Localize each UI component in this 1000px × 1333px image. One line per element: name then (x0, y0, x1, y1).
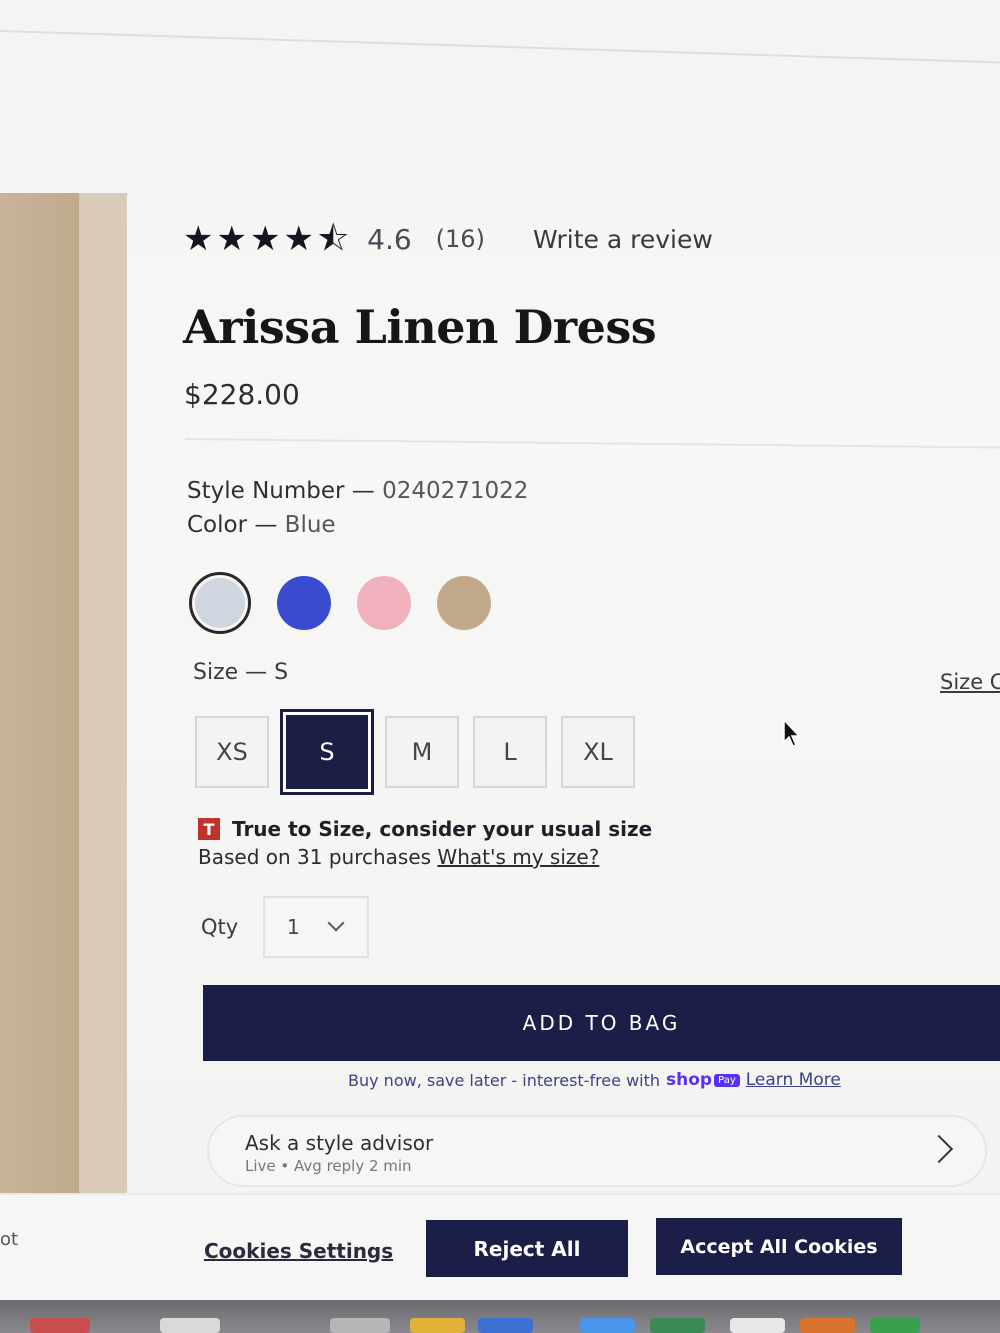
color-value: Blue (284, 512, 336, 538)
dock-app-icon[interactable] (478, 1318, 533, 1333)
qty-dropdown[interactable]: 1 (263, 896, 369, 958)
fit-recommendation: T True to Size, consider your usual size… (198, 817, 652, 869)
dock-app-icon[interactable] (410, 1318, 465, 1333)
advisor-title: Ask a style advisor (245, 1131, 434, 1155)
size-chart-link[interactable]: Size C (940, 670, 1000, 694)
shop-logo: shop (666, 1070, 713, 1090)
size-label: Size — S (193, 660, 289, 685)
star-icon: ★ (283, 219, 314, 259)
qty-label: Qty (201, 915, 239, 939)
product-title: Arissa Linen Dress (183, 300, 657, 354)
fit-headline: True to Size, consider your usual size (232, 817, 653, 841)
fit-subtext: Based on 31 purchases What's my size? (198, 845, 652, 869)
whats-my-size-link[interactable]: What's my size? (437, 845, 599, 869)
size-option-xl[interactable]: XL (561, 716, 635, 788)
color-label: Color — (187, 512, 285, 538)
cookie-banner-text-fragment: ot (0, 1229, 19, 1250)
color-swatch-pink[interactable] (357, 576, 411, 630)
color-swatch-blue[interactable] (277, 576, 331, 630)
swatch-dot (189, 572, 251, 634)
screen: ★ ★ ★ ★ ⯪ 4.6 (16) Write a review Arissa… (0, 0, 1000, 1300)
reject-all-button[interactable]: Reject All (426, 1220, 628, 1277)
dock-app-icon[interactable] (330, 1318, 390, 1333)
accept-all-cookies-button[interactable]: Accept All Cookies (656, 1218, 902, 1275)
learn-more-link[interactable]: Learn More (746, 1070, 841, 1090)
star-icon: ★ (216, 219, 247, 259)
review-count[interactable]: (16) (436, 225, 485, 253)
shop-pay-badge: Pay (714, 1073, 740, 1087)
dock-app-icon[interactable] (650, 1318, 705, 1333)
shop-pay-promo: Buy now, save later - interest-free with… (348, 1070, 841, 1090)
section-divider (184, 438, 1000, 449)
mouse-pointer-icon (783, 718, 801, 747)
cookie-banner: ot Cookies Settings Reject All Accept Al… (0, 1193, 1000, 1300)
rating-value: 4.6 (367, 222, 412, 256)
color-swatch-light-blue[interactable] (189, 572, 251, 634)
star-rating: ★ ★ ★ ★ ⯪ (183, 222, 349, 256)
star-icon: ★ (249, 219, 281, 259)
size-selector: XS S M L XL (195, 709, 635, 795)
color-info: Color — Blue (187, 512, 336, 538)
size-option-l[interactable]: L (473, 716, 547, 788)
add-to-bag-button[interactable]: ADD TO BAG (203, 985, 1000, 1061)
swatch-dot (277, 576, 331, 630)
color-swatch-tan[interactable] (437, 576, 491, 630)
fit-purchases-text: Based on 31 purchases (198, 845, 438, 869)
size-option-m[interactable]: M (385, 716, 459, 788)
dock-app-icon[interactable] (870, 1318, 920, 1333)
size-option-xs[interactable]: XS (195, 716, 269, 788)
style-number-value: 0240271022 (382, 478, 529, 504)
dock-app-icon[interactable] (800, 1318, 855, 1333)
half-star-icon: ⯪ (316, 219, 350, 259)
size-option-s[interactable]: S (280, 709, 374, 795)
chevron-down-icon (327, 914, 345, 932)
swatch-dot (357, 576, 411, 630)
advisor-subtitle: Live • Avg reply 2 min (245, 1157, 412, 1175)
chevron-right-icon (924, 1134, 954, 1164)
true-fit-badge-icon: T (198, 818, 220, 840)
rating-row: ★ ★ ★ ★ ⯪ 4.6 (16) Write a review (183, 222, 713, 256)
dock-app-icon[interactable] (580, 1318, 635, 1333)
swatch-dot (437, 576, 491, 630)
dock-app-icon[interactable] (730, 1318, 785, 1333)
star-icon: ★ (183, 219, 214, 259)
header-divider (0, 30, 1000, 64)
dock-app-icon[interactable] (160, 1318, 220, 1333)
style-number: Style Number — 0240271022 (187, 478, 528, 504)
fit-headline-row: T True to Size, consider your usual size (198, 817, 652, 841)
shop-pay-text: Buy now, save later - interest-free with (348, 1070, 661, 1090)
qty-value: 1 (287, 915, 300, 939)
product-image-edge (79, 193, 127, 1196)
cookies-settings-link[interactable]: Cookies Settings (204, 1239, 393, 1263)
color-swatches (189, 572, 491, 634)
style-number-label: Style Number — (187, 478, 383, 504)
dock-app-icon[interactable] (30, 1318, 90, 1333)
write-review-link[interactable]: Write a review (533, 225, 713, 254)
product-price: $228.00 (184, 378, 300, 411)
style-advisor-button[interactable]: Ask a style advisor Live • Avg reply 2 m… (207, 1115, 987, 1187)
